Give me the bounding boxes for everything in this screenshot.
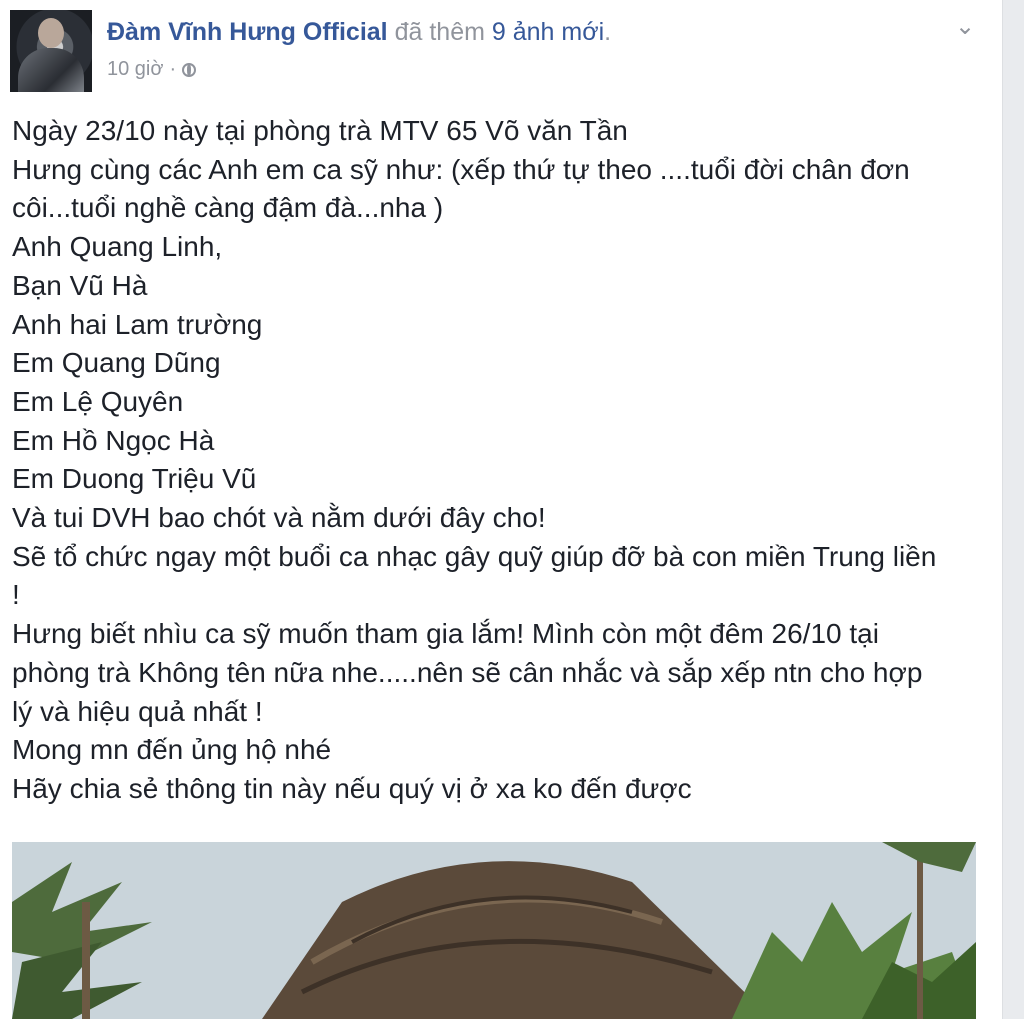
photo-count-link[interactable]: 9 ảnh mới (492, 18, 604, 46)
post-line: Và tui DVH bao chót và nằm dưới đây cho! (12, 502, 546, 534)
author-link[interactable]: Đàm Vĩnh Hưng Official (107, 18, 388, 46)
meta-separator: · (169, 58, 177, 80)
post-header: Đàm Vĩnh Hưng Official đã thêm 9 ảnh mới… (107, 14, 611, 50)
post-line: Bạn Vũ Hà (12, 269, 148, 301)
post-message: Ngày 23/10 này tại phòng trà MTV 65 Võ v… (12, 112, 982, 809)
action-end: . (604, 18, 612, 46)
post-card: Đàm Vĩnh Hưng Official đã thêm 9 ảnh mới… (0, 0, 1003, 1019)
globe-icon[interactable] (182, 62, 197, 77)
post-line: Hãy chia sẻ thông tin này nếu quý vị ở x… (12, 772, 692, 804)
post-line: Ngày 23/10 này tại phòng trà MTV 65 Võ v… (12, 115, 628, 146)
action-text: đã thêm (387, 18, 492, 46)
post-line: Em Quang Dũng (12, 347, 221, 379)
post-line: Anh hai Lam trường (12, 308, 263, 340)
post-photo[interactable] (12, 842, 976, 1019)
avatar[interactable] (10, 10, 92, 92)
post-line: Sẽ tổ chức ngay một buổi ca nhạc gây quỹ… (12, 540, 937, 572)
post-line: côi...tuổi nghề càng đậm đà...nha ) (12, 192, 444, 224)
chevron-down-icon[interactable]: ⌄ (950, 14, 980, 40)
avatar-body (18, 48, 84, 92)
post-line: Em Hồ Ngọc Hà (12, 424, 215, 456)
post-line: Em Lệ Quyên (12, 385, 184, 417)
post-line: Hưng biết nhìu ca sỹ muốn tham gia lắm! … (12, 618, 879, 650)
avatar-face (38, 18, 64, 48)
photo-illustration (12, 842, 976, 1019)
post-line: ! (12, 579, 20, 611)
post-meta: 10 giờ · (107, 58, 197, 81)
post-line: Em Duong Triệu Vũ (12, 463, 257, 495)
timestamp-link[interactable]: 10 giờ (107, 58, 163, 81)
page-background-right (1003, 0, 1024, 1019)
post-line: Mong mn đến ủng hộ nhé (12, 734, 332, 766)
post-line: Anh Quang Linh, (12, 231, 223, 263)
post-line: lý và hiệu quả nhất ! (12, 695, 263, 727)
post-line: Hưng cùng các Anh em ca sỹ như: (xếp thứ… (12, 153, 910, 185)
post-line: phòng trà Không tên nữa nhe.....nên sẽ c… (12, 656, 923, 688)
